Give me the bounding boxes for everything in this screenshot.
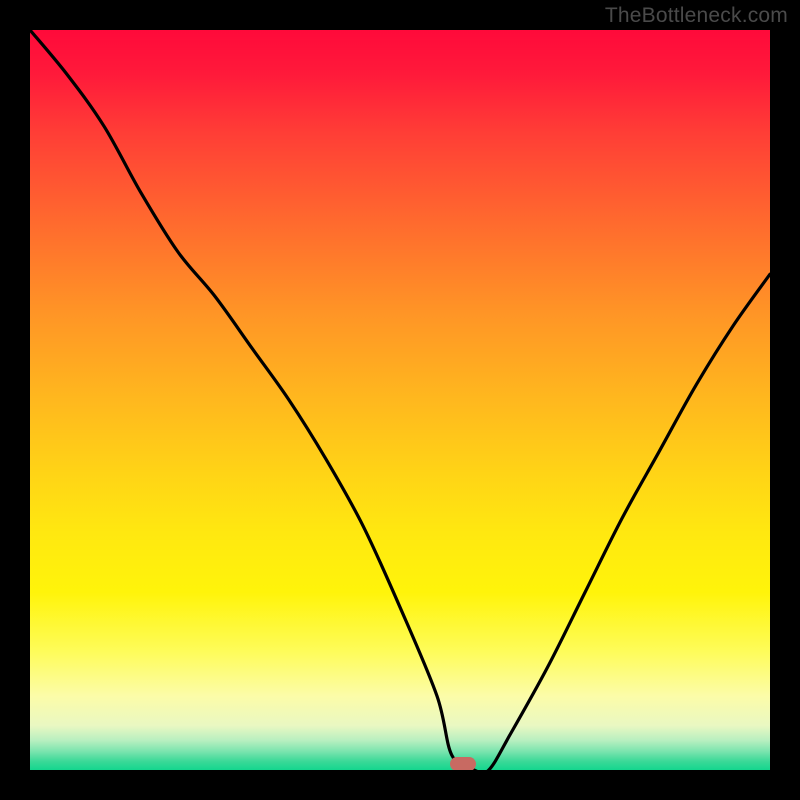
curve-layer bbox=[30, 30, 770, 770]
plot-area bbox=[30, 30, 770, 770]
optimal-marker bbox=[450, 757, 476, 770]
bottleneck-curve bbox=[30, 30, 770, 770]
watermark-text: TheBottleneck.com bbox=[605, 4, 788, 28]
chart-frame: TheBottleneck.com bbox=[0, 0, 800, 800]
